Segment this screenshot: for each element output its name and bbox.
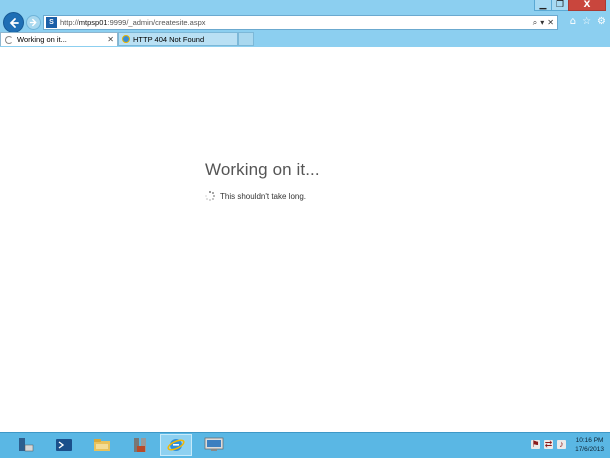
close-button[interactable]: X (568, 0, 606, 11)
action-center-icon[interactable]: ⚑ (531, 440, 540, 449)
browser-tools: ⌂ ☆ ⚙ (570, 16, 606, 28)
tab-http-404[interactable]: HTTP 404 Not Found (118, 32, 238, 46)
powershell-icon (56, 439, 72, 451)
ie-page-icon (122, 35, 130, 43)
url-text[interactable]: http://mtpsp01:9999/_admin/createsite.as… (60, 18, 206, 27)
tab-close-icon[interactable]: ✕ (107, 33, 117, 46)
chevron-down-icon[interactable]: ▾ (540, 18, 544, 27)
server-manager-icon (19, 438, 34, 452)
file-explorer-icon (94, 439, 110, 451)
taskbar-powershell[interactable] (48, 434, 80, 456)
url-prefix: http:// (60, 18, 79, 27)
url-host: mtpsp01 (78, 18, 108, 27)
sharepoint-admin-icon (134, 438, 146, 452)
tab-label: Working on it... (17, 35, 67, 44)
star-icon[interactable]: ☆ (582, 16, 591, 28)
page-content: Working on it... This shouldn't take lon… (0, 47, 610, 432)
clock-date: 17/6/2013 (575, 446, 604, 453)
remote-desktop-icon (204, 437, 224, 451)
gear-icon[interactable]: ⚙ (597, 16, 606, 28)
tab-label: HTTP 404 Not Found (133, 34, 205, 44)
taskbar-sharepoint-admin[interactable] (124, 434, 156, 456)
taskbar: ⚑ ⇄ ♪ 10:16 PM 17/6/2013 (0, 432, 610, 458)
new-tab-button[interactable] (238, 32, 254, 46)
search-icon[interactable]: ⌕ (533, 18, 537, 28)
url-path: :9999/_admin/createsite.aspx (107, 18, 206, 27)
arrow-left-icon (9, 17, 19, 28)
system-tray: ⚑ ⇄ ♪ (531, 440, 566, 449)
sharepoint-site-icon: S (46, 17, 57, 28)
window-controls: ▁ ❐ X (534, 0, 606, 12)
minimize-button[interactable]: ▁ (534, 0, 552, 11)
forward-button[interactable] (26, 15, 41, 30)
loading-icon (5, 35, 13, 44)
system-clock[interactable]: 10:16 PM 17/6/2013 (575, 436, 604, 454)
internet-explorer-icon (167, 439, 185, 451)
clock-time: 10:16 PM (575, 437, 604, 444)
page-title: Working on it... (205, 160, 320, 179)
tab-working[interactable]: Working on it... ✕ (0, 32, 118, 46)
volume-icon[interactable]: ♪ (557, 440, 566, 449)
home-icon[interactable]: ⌂ (570, 16, 576, 28)
network-icon[interactable]: ⇄ (544, 440, 553, 449)
loading-message: This shouldn't take long. (220, 191, 307, 201)
browser-chrome: ▁ ❐ X S http://mtpsp01:9999/_admin/creat… (0, 0, 610, 47)
taskbar-server-manager[interactable] (10, 434, 42, 456)
taskbar-file-explorer[interactable] (86, 434, 118, 456)
address-bar[interactable]: S http://mtpsp01:9999/_admin/createsite.… (43, 15, 558, 30)
arrow-right-icon (29, 18, 37, 27)
spinner-icon (205, 191, 215, 201)
taskbar-remote-desktop[interactable] (198, 434, 230, 456)
back-button[interactable] (3, 12, 24, 33)
loading-row: This shouldn't take long. (205, 191, 306, 201)
stop-icon[interactable]: ✕ (547, 18, 554, 27)
maximize-button[interactable]: ❐ (551, 0, 569, 11)
taskbar-internet-explorer[interactable] (160, 434, 192, 456)
